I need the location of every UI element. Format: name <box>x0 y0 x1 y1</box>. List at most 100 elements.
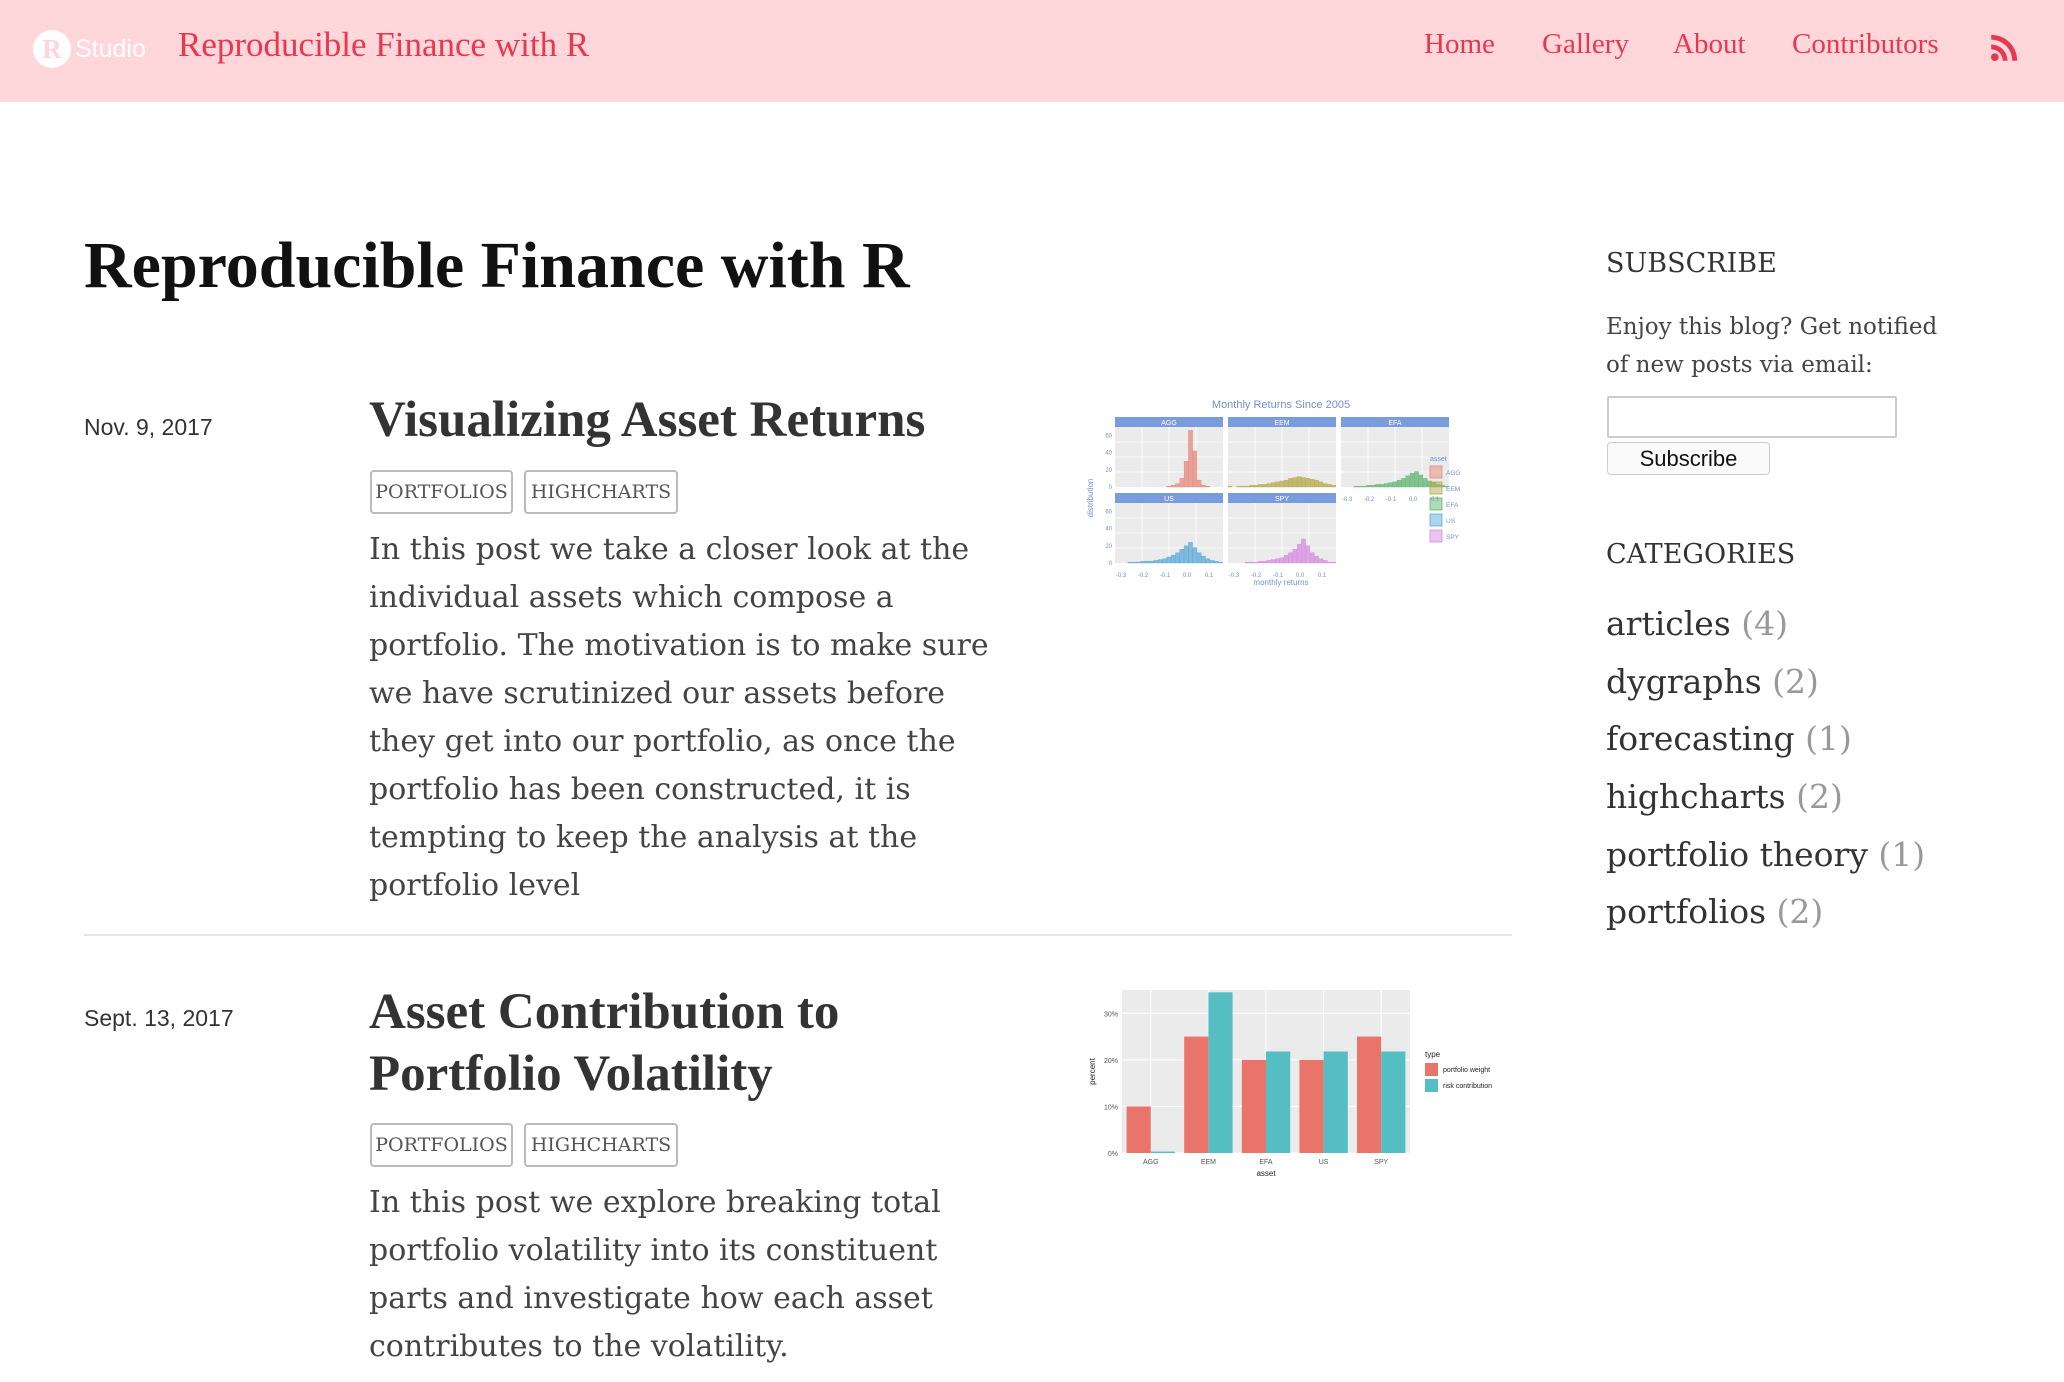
category-link[interactable]: highcharts (2) <box>1606 777 1843 816</box>
subscribe-text: Enjoy this blog? Get notified of new pos… <box>1606 314 1938 378</box>
histogram-bar <box>1192 450 1198 488</box>
bar <box>1381 1051 1406 1153</box>
histogram-bar <box>1401 478 1406 488</box>
y-tick-label: 20 <box>1105 468 1112 474</box>
histogram-bar <box>1245 485 1250 488</box>
histogram-bar <box>1418 474 1424 488</box>
nav-about-link[interactable]: About <box>1673 28 1746 61</box>
histogram-bar <box>1162 558 1167 564</box>
legend-label: EFA <box>1446 502 1459 509</box>
x-tick-label: 0.0 <box>1296 573 1305 579</box>
nav-home-link[interactable]: Home <box>1424 28 1495 61</box>
histogram-bar <box>1253 485 1259 488</box>
category-link[interactable]: forecasting (1) <box>1606 719 1852 758</box>
email-input[interactable] <box>1607 396 1897 438</box>
histogram-bar <box>1145 561 1150 564</box>
x-tick-label: EEM <box>1201 1159 1216 1166</box>
post-title-link[interactable]: Asset Contribution to Portfolio Volatili… <box>369 981 989 1105</box>
histogram-bar <box>1166 556 1172 564</box>
histogram-bar <box>1175 552 1180 564</box>
x-tick-label: AGG <box>1143 1159 1159 1166</box>
histogram-bar <box>1136 561 1141 564</box>
histogram-bar <box>1258 561 1263 564</box>
legend-label: SPY <box>1446 534 1460 541</box>
legend-swatch <box>1425 1063 1438 1076</box>
tag-portfolios[interactable]: PORTFOLIOS <box>370 1123 513 1167</box>
histogram-bar <box>1196 479 1202 488</box>
histogram-bar <box>1205 485 1211 488</box>
histogram-bar <box>1301 477 1306 488</box>
post-divider <box>84 934 1512 936</box>
tag-highcharts[interactable]: HIGHCHARTS <box>524 1123 678 1167</box>
category-link[interactable]: dygraphs (2) <box>1606 662 1819 701</box>
post-date: Sept. 13, 2017 <box>84 1005 234 1031</box>
histogram-bar <box>1292 549 1298 564</box>
histogram-bar <box>1188 542 1193 564</box>
logo-text: Studio <box>75 34 146 63</box>
facet-label: EEM <box>1274 420 1289 427</box>
histogram-bar <box>1270 559 1276 564</box>
rstudio-logo[interactable]: R Studio <box>33 29 146 69</box>
histogram-bar <box>1240 485 1246 488</box>
y-axis-label: percent <box>1088 1057 1097 1084</box>
bar <box>1208 992 1233 1153</box>
tag-portfolios[interactable]: PORTFOLIOS <box>370 470 513 514</box>
histogram-bar <box>1275 558 1280 564</box>
histogram-bar <box>1296 543 1302 564</box>
y-tick-label: 20 <box>1105 544 1112 550</box>
histogram-bar <box>1179 549 1185 564</box>
histogram-bar <box>1296 476 1302 488</box>
category-link[interactable]: portfolio theory (1) <box>1606 835 1925 874</box>
x-tick-label: -0.3 <box>1342 497 1353 503</box>
tag-highcharts[interactable]: HIGHCHARTS <box>524 470 678 514</box>
y-axis-label: distribution <box>1086 479 1095 518</box>
volatility-contribution-bar-chart-thumbnail[interactable]: 0% 10% 20% 30% AGG EEM EFA US SPY asset percent typ… <box>1085 985 1505 1180</box>
histogram-bar <box>1409 473 1415 488</box>
x-tick-label: 0.1 <box>1318 573 1327 579</box>
category-link[interactable]: portfolios (2) <box>1606 892 1823 931</box>
histogram-bar <box>1127 561 1133 564</box>
subscribe-button[interactable]: Subscribe <box>1607 442 1770 475</box>
histogram-bar <box>1236 485 1241 488</box>
histogram-bar <box>1353 485 1359 488</box>
post-title-link[interactable]: Visualizing Asset Returns <box>369 389 989 451</box>
histogram-bar <box>1262 484 1267 488</box>
histogram-bar <box>1318 558 1324 564</box>
histogram-bar <box>1170 485 1176 488</box>
histogram-bar <box>1275 481 1280 488</box>
nav-gallery-link[interactable]: Gallery <box>1542 28 1629 61</box>
histogram-bar <box>1140 561 1146 564</box>
legend-title: type <box>1425 1050 1441 1059</box>
x-tick-label: EFA <box>1259 1159 1273 1166</box>
legend-label: US <box>1446 518 1456 525</box>
histogram-bar <box>1132 561 1137 564</box>
site-title-link[interactable]: Reproducible Finance with R <box>178 25 589 65</box>
legend-label: AGG <box>1446 470 1460 477</box>
histogram-bar <box>1196 552 1202 564</box>
facet-label: AGG <box>1161 420 1177 427</box>
x-tick-label: 0.0 <box>1183 573 1192 579</box>
y-tick-label: 10% <box>1104 1104 1118 1111</box>
histogram-bar <box>1405 475 1411 488</box>
histogram-bar <box>1366 485 1372 488</box>
rss-icon[interactable] <box>1990 33 2019 62</box>
bar <box>1357 1036 1382 1153</box>
categories-heading: CATEGORIES <box>1606 539 1796 570</box>
asset-returns-histogram-thumbnail[interactable]: Monthly Returns Since 2005 distribution mo… <box>1085 393 1505 593</box>
bar <box>1241 1059 1266 1153</box>
y-tick-label: 60 <box>1105 434 1112 440</box>
legend-title: asset <box>1430 456 1447 463</box>
histogram-bar <box>1214 561 1219 564</box>
nav-contributors-link[interactable]: Contributors <box>1792 28 1939 61</box>
histogram-bar <box>1322 560 1328 564</box>
histogram-bar <box>1205 558 1211 564</box>
bar <box>1184 1036 1209 1153</box>
histogram-bar <box>1201 555 1206 564</box>
category-link[interactable]: articles (4) <box>1606 604 1788 643</box>
histogram-bar <box>1253 561 1259 564</box>
legend-swatch <box>1429 497 1443 511</box>
histogram-bar <box>1149 561 1154 564</box>
histogram-bar <box>1322 483 1328 488</box>
histogram-bar <box>1309 479 1315 488</box>
x-tick-label: 0.0 <box>1409 497 1418 503</box>
